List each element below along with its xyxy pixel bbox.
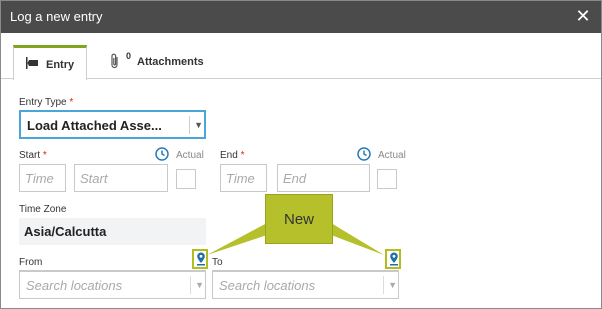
callout-pointers <box>207 223 384 255</box>
new-callout: New <box>265 194 333 244</box>
callout-pointer-right <box>331 223 384 255</box>
callout-pointer-left <box>207 223 267 255</box>
log-entry-dialog: Log a new entry ✕ Entry 0 Attachments En… <box>0 0 602 309</box>
